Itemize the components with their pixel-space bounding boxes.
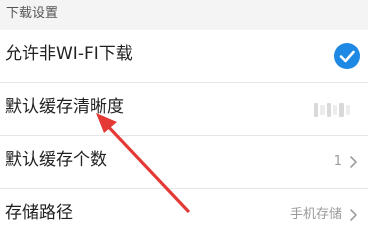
chevron-right-icon bbox=[350, 209, 357, 221]
download-settings-page: 下载设置 允许非WI-FI下载 默认缓存清晰度 默认缓存个数 1 存储路径 手机… bbox=[0, 0, 368, 241]
chevron-right-icon bbox=[350, 156, 357, 168]
setting-label-storage-path: 存储路径 bbox=[5, 203, 73, 223]
setting-value-default-cache-count: 1 bbox=[333, 154, 342, 169]
setting-row-default-cache-quality[interactable]: 默认缓存清晰度 bbox=[0, 83, 368, 135]
section-header: 下载设置 bbox=[0, 0, 368, 30]
setting-row-default-cache-count[interactable]: 默认缓存个数 1 bbox=[0, 136, 368, 188]
setting-label-default-cache-quality: 默认缓存清晰度 bbox=[5, 97, 124, 117]
setting-row-allow-non-wifi-download[interactable]: 允许非WI-FI下载 bbox=[0, 30, 368, 82]
setting-row-storage-path[interactable]: 存储路径 手机存储 bbox=[0, 189, 368, 241]
check-circle-icon[interactable] bbox=[334, 43, 360, 69]
section-title: 下载设置 bbox=[6, 6, 59, 21]
setting-label-allow-non-wifi-download: 允许非WI-FI下载 bbox=[5, 44, 133, 64]
blurred-value bbox=[314, 103, 350, 117]
setting-value-storage-path: 手机存储 bbox=[289, 207, 342, 222]
setting-label-default-cache-count: 默认缓存个数 bbox=[5, 150, 107, 170]
